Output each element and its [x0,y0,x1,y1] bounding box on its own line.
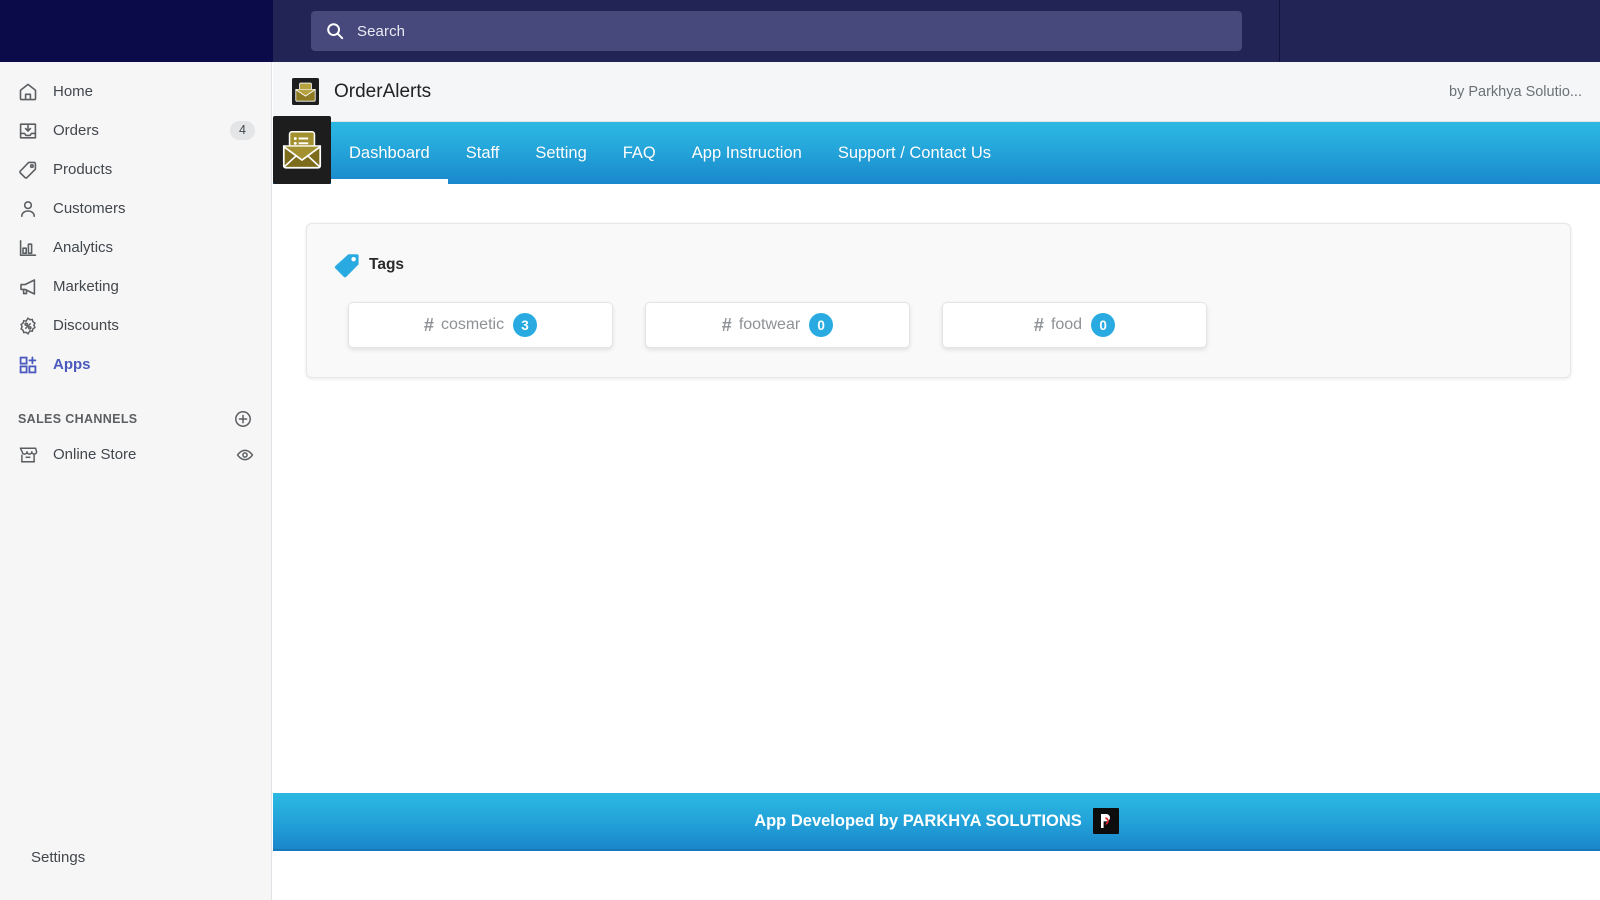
sales-channels-title: SALES CHANNELS [18,412,138,426]
app-footer: App Developed by PARKHYA SOLUTIONS [273,793,1600,851]
price-tag-icon [333,251,361,279]
search-icon [325,21,345,41]
sidebar-item-products[interactable]: Products [8,151,263,188]
sidebar-item-label: Home [53,83,94,100]
plus-circle-icon[interactable] [233,409,253,429]
orders-badge: 4 [230,121,255,140]
app-root: Search Home Orders 4 Products Customers … [0,0,1600,900]
tag-chip-list: # cosmetic 3 # footwear 0 # food 0 [307,279,1570,348]
eye-icon[interactable] [235,445,255,465]
sales-channels-header: SALES CHANNELS [18,406,253,432]
sidebar-nav-list: Home Orders 4 Products Customers Analyti… [0,62,271,383]
global-topbar: Search [0,0,1600,62]
app-header: OrderAlerts by Parkhya Solutio... [273,62,1600,122]
sidebar-item-discounts[interactable]: Discounts [8,307,263,344]
tag-chip-count: 3 [513,313,538,337]
sidebar: Home Orders 4 Products Customers Analyti… [0,62,272,900]
sidebar-item-orders[interactable]: Orders 4 [8,112,263,149]
tags-card: Tags # cosmetic 3 # footwear 0 # food 0 [306,223,1571,378]
tab-app-instruction[interactable]: App Instruction [674,122,820,184]
tag-chip-label: footwear [738,316,801,333]
customers-icon [17,198,39,220]
discounts-icon [17,315,39,337]
home-icon [17,81,39,103]
page-title: OrderAlerts [334,80,432,102]
tab-label: Staff [465,143,500,162]
hash-icon: # [423,314,434,335]
parkhya-logo-icon [1092,808,1119,834]
tab-dashboard[interactable]: Dashboard [331,122,448,184]
tag-chip-food[interactable]: # food 0 [942,302,1207,348]
topbar-left-region [0,0,273,62]
topbar-right-region [1280,0,1600,62]
envelope-app-icon [282,131,322,169]
tab-label: Support / Contact Us [837,143,991,162]
search-input[interactable]: Search [311,11,1242,51]
tags-card-title: Tags [369,256,405,273]
footer-text: App Developed by PARKHYA SOLUTIONS [754,811,1082,830]
app-logo [273,116,331,184]
tab-label: Setting [535,143,587,162]
marketing-icon [17,276,39,298]
tab-support-contact-us[interactable]: Support / Contact Us [820,122,1009,184]
sidebar-item-home[interactable]: Home [8,73,263,110]
sidebar-item-customers[interactable]: Customers [8,190,263,227]
sidebar-item-analytics[interactable]: Analytics [8,229,263,266]
sidebar-item-apps[interactable]: Apps [8,346,263,383]
tag-chip-footwear[interactable]: # footwear 0 [645,302,910,348]
sidebar-item-settings[interactable]: Settings [8,838,264,880]
sidebar-item-label: Discounts [53,317,119,334]
tab-list: Dashboard Staff Setting FAQ App Instruct… [331,122,1009,184]
products-icon [17,159,39,181]
sidebar-item-label: Marketing [53,278,119,295]
storefront-icon [17,444,39,466]
analytics-icon [17,237,39,259]
sidebar-item-label: Customers [53,200,126,217]
tab-faq[interactable]: FAQ [605,122,674,184]
tab-setting[interactable]: Setting [517,122,604,184]
sidebar-item-label: Online Store [53,446,137,463]
envelope-app-icon [292,78,319,105]
tab-label: Dashboard [349,143,430,162]
sidebar-item-label: Settings [31,848,86,866]
hash-icon: # [721,314,732,335]
app-tabbar: Dashboard Staff Setting FAQ App Instruct… [273,116,1600,184]
app-developer-byline: by Parkhya Solutio... [1449,83,1582,100]
tab-label: FAQ [622,143,656,162]
tab-staff[interactable]: Staff [448,122,518,184]
app-content: Tags # cosmetic 3 # footwear 0 # food 0 … [273,184,1600,851]
tag-chip-label: food [1050,316,1083,333]
apps-icon [17,354,39,376]
orders-icon [17,120,39,142]
tag-chip-count: 0 [1091,313,1116,337]
tag-chip-label: cosmetic [440,316,505,333]
sidebar-item-label: Analytics [53,239,114,256]
tags-card-header: Tags [307,224,1570,279]
search-placeholder: Search [357,22,406,40]
sidebar-item-label: Orders [53,122,99,139]
embedded-app-frame: OrderAlerts by Parkhya Solutio... Dashbo… [273,62,1600,900]
tab-label: App Instruction [691,143,802,162]
tag-chip-count: 0 [809,313,834,337]
sidebar-item-label: Apps [53,356,91,373]
tag-chip-cosmetic[interactable]: # cosmetic 3 [348,302,613,348]
sidebar-item-label: Products [53,161,113,178]
sidebar-item-online-store[interactable]: Online Store [8,436,263,473]
sidebar-item-marketing[interactable]: Marketing [8,268,263,305]
hash-icon: # [1033,314,1044,335]
